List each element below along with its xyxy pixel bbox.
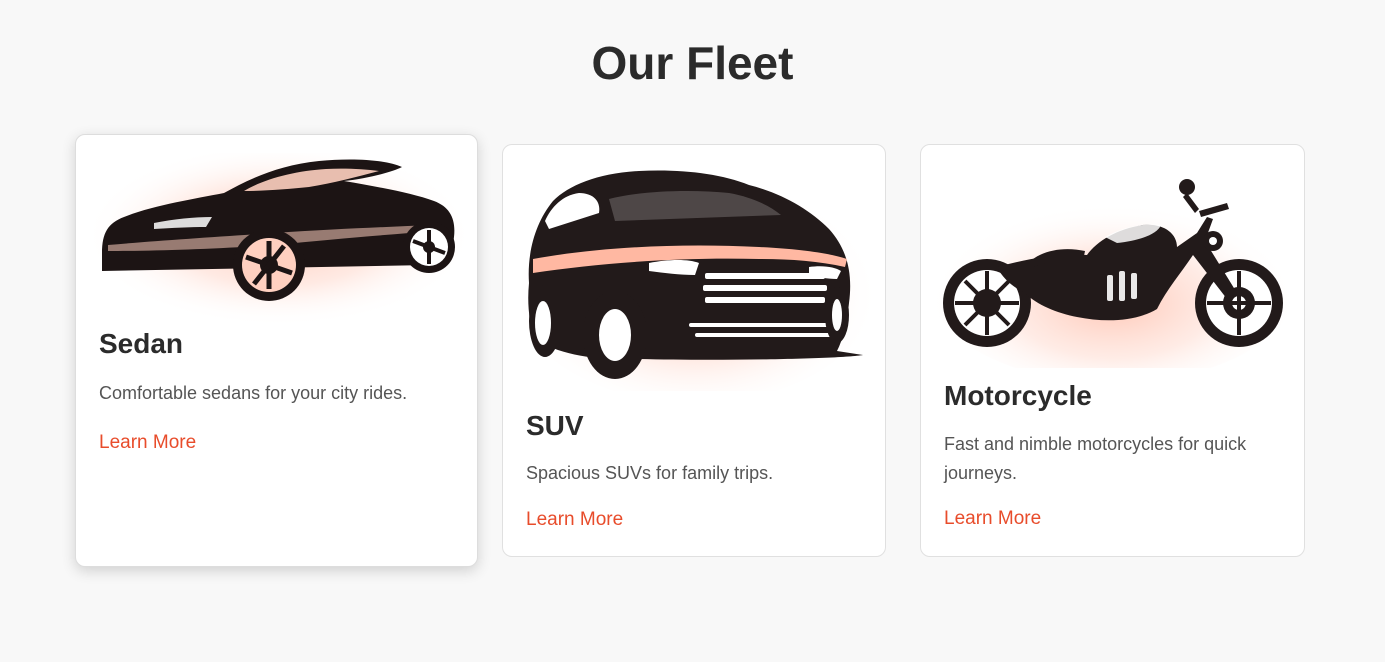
card-title: SUV <box>526 410 584 441</box>
motorcycle-icon <box>937 179 1289 368</box>
suv-car-icon <box>519 163 871 391</box>
fleet-card-sedan[interactable]: Sedan Comfortable sedans for your city r… <box>75 134 478 567</box>
learn-more-link[interactable]: Learn More <box>99 431 196 455</box>
fleet-card-suv[interactable]: SUV Spacious SUVs for family trips. Lear… <box>502 144 886 557</box>
learn-more-link[interactable]: Learn More <box>526 508 623 532</box>
card-title: Motorcycle <box>944 380 1092 411</box>
card-description: Comfortable sedans for your city rides. <box>99 383 408 403</box>
sedan-car-icon <box>94 153 464 323</box>
learn-more-link[interactable]: Learn More <box>944 507 1041 531</box>
card-title: Sedan <box>99 328 184 359</box>
card-description: Spacious SUVs for family trips. <box>526 463 774 483</box>
card-description: Fast and nimble motorcycles for quick jo… <box>944 434 1247 483</box>
fleet-card-motorcycle[interactable]: Motorcycle Fast and nimble motorcycles f… <box>920 144 1305 557</box>
page-title: Our Fleet <box>591 37 794 89</box>
